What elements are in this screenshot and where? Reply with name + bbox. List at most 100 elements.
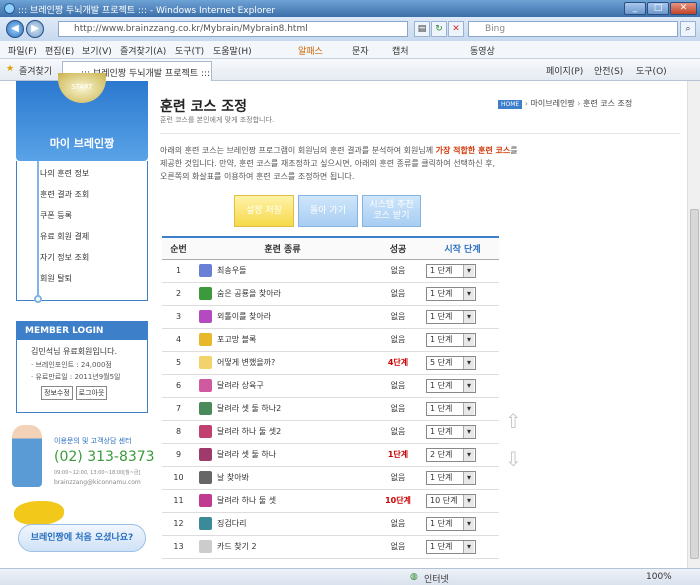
training-icon [199,517,212,530]
table-row[interactable]: 7 달려라 셋 둘 하나2 없음 1 단계 [162,397,499,421]
table-row[interactable]: 5 어떻게 변했을까? 4단계 5 단계 [162,351,499,375]
sidebar-item-training-info[interactable]: 나의 훈련 정보 [40,168,89,179]
training-name[interactable]: 포고망 블록 [195,328,370,352]
recommend-course-button[interactable]: 시스템 추천 코스 받기 [362,195,421,227]
stage-select[interactable]: 1 단계 [426,378,476,393]
table-row[interactable]: 2 숨은 공룡을 찾아라 없음 1 단계 [162,282,499,306]
menu-edit[interactable]: 편집(E) [45,44,74,57]
page-menu[interactable]: 페이지(P) [546,64,583,77]
stage-select[interactable]: 1 단계 [426,309,476,324]
sidebar-item-withdraw[interactable]: 회원 탈퇴 [40,273,72,284]
sidebar-item-profile[interactable]: 자기 정보 조회 [40,252,89,263]
table-row[interactable]: 9 달려라 셋 둘 하나 1단계 2 단계 [162,443,499,467]
success-status: 없음 [370,305,426,329]
zoom-level[interactable]: 100% [646,572,672,582]
my-brainzzang-title: 마이 브레인짱 [49,137,115,150]
stage-select[interactable]: 1 단계 [426,539,476,554]
logout-button[interactable]: 로그아웃 [75,386,108,400]
training-name[interactable]: 최송우돌 [195,259,370,283]
row-number: 8 [162,420,195,444]
training-name[interactable]: 어떻게 변했을까? [195,351,370,375]
table-row[interactable]: 11 달려라 하나 둘 셋 10단계 10 단계 [162,489,499,513]
training-icon [199,540,212,553]
table-row[interactable]: 8 달려라 하나 둘 셋2 없음 1 단계 [162,420,499,444]
stage-select[interactable]: 1 단계 [426,332,476,347]
compat-icon[interactable]: ▤ [414,21,430,37]
search-icon[interactable]: ⌕ [680,21,696,37]
menu-help[interactable]: 도움말(H) [213,44,252,57]
breadcrumb-mybrain[interactable]: 마이브레인짱 [531,99,575,108]
menu-tools[interactable]: 도구(T) [175,44,204,57]
stage-select[interactable]: 2 단계 [426,447,476,462]
training-name[interactable]: 달려라 하나 둘 셋 [195,489,370,513]
video-button[interactable]: 동영상 [470,44,495,57]
greeting-text: 김민석님 유료회원입니다. [31,347,118,356]
search-input[interactable]: Bing [468,21,678,37]
training-icon [199,264,212,277]
safety-menu[interactable]: 안전(S) [594,64,623,77]
edit-info-button[interactable]: 정보수정 [41,386,73,400]
sms-button[interactable]: 문자 [352,44,369,57]
stage-select[interactable]: 1 단계 [426,470,476,485]
move-down-arrow-icon[interactable]: ⇩ [505,447,522,471]
menu-view[interactable]: 보기(V) [82,44,112,57]
stage-select[interactable]: 1 단계 [426,401,476,416]
minimize-button[interactable]: _ [624,2,646,15]
training-name[interactable]: 달려라 셋 둘 하나2 [195,397,370,421]
training-name[interactable]: 외톨이를 찾아라 [195,305,370,329]
training-name[interactable]: 날 찾아봐 [195,466,370,490]
stage-select[interactable]: 5 단계 [426,355,476,370]
stop-icon[interactable]: ✕ [448,21,464,37]
status-bar: ◍ 인터넷 100% [0,568,700,585]
training-name[interactable]: 숨은 공룡을 찾아라 [195,282,370,306]
stage-select[interactable]: 1 단계 [426,516,476,531]
tools-menu[interactable]: 도구(O) [636,64,667,77]
table-row[interactable]: 6 달려라 상육구 없음 1 단계 [162,374,499,398]
sidebar-item-payment[interactable]: 유료 회원 결제 [40,231,89,242]
menu-favorites[interactable]: 즐겨찾기(A) [120,44,166,57]
table-row[interactable]: 13 카드 찾기 2 없음 1 단계 [162,535,499,559]
menu-file[interactable]: 파일(F) [8,44,37,57]
training-name[interactable]: 카드 찾기 2 [195,535,370,559]
maximize-button[interactable]: □ [647,2,669,15]
url-input[interactable]: http://www.brainzzang.co.kr/Mybrain/Mybr… [58,21,408,37]
newcomer-banner[interactable]: 브레인짱에 처음 오셨나요? [18,524,146,552]
header-type: 훈련 종류 [195,236,370,260]
table-row[interactable]: 4 포고망 블록 없음 1 단계 [162,328,499,352]
row-number: 1 [162,259,195,283]
sidebar-item-coupon[interactable]: 쿠폰 등록 [40,210,72,221]
training-name[interactable]: 달려라 하나 둘 셋2 [195,420,370,444]
alpass-button[interactable]: 알패스 [298,44,323,57]
training-icon [199,333,212,346]
move-up-arrow-icon[interactable]: ⇧ [505,409,522,433]
table-row[interactable]: 12 징검다리 없음 1 단계 [162,512,499,536]
close-window-button[interactable]: ✕ [670,2,697,15]
training-name[interactable]: 달려라 상육구 [195,374,370,398]
back-button[interactable]: ◀ [6,20,24,38]
training-name[interactable]: 달려라 셋 둘 하나 [195,443,370,467]
contact-phone: (02) 313-8373 [54,449,155,465]
scrollbar-thumb[interactable] [690,209,699,559]
row-number: 7 [162,397,195,421]
header-success: 성공 [370,236,426,260]
page-scrollbar[interactable] [687,81,700,568]
stage-select[interactable]: 1 단계 [426,263,476,278]
table-row[interactable]: 3 외톨이를 찾아라 없음 1 단계 [162,305,499,329]
forward-button[interactable]: ▶ [26,20,44,38]
table-row[interactable]: 10 날 찾아봐 없음 1 단계 [162,466,499,490]
stage-select[interactable]: 10 단계 [426,493,476,508]
stage-select[interactable]: 1 단계 [426,424,476,439]
table-row[interactable]: 1 최송우돌 없음 1 단계 [162,259,499,283]
breadcrumb-home[interactable]: HOME [498,100,523,109]
stage-select[interactable]: 1 단계 [426,286,476,301]
nav-line [37,161,39,297]
sidebar-item-results[interactable]: 훈련 결과 조회 [40,189,89,200]
capture-button[interactable]: 캡처 [392,44,409,57]
training-icon [199,471,212,484]
favorites-button[interactable]: 즐겨찾기 [19,64,52,77]
refresh-icon[interactable]: ↻ [431,21,447,37]
training-name[interactable]: 징검다리 [195,512,370,536]
header-stage: 시작 단계 [426,236,499,260]
back-button-page[interactable]: 돌아 가기 [298,195,358,227]
save-settings-button[interactable]: 설정 저장 [234,195,294,227]
